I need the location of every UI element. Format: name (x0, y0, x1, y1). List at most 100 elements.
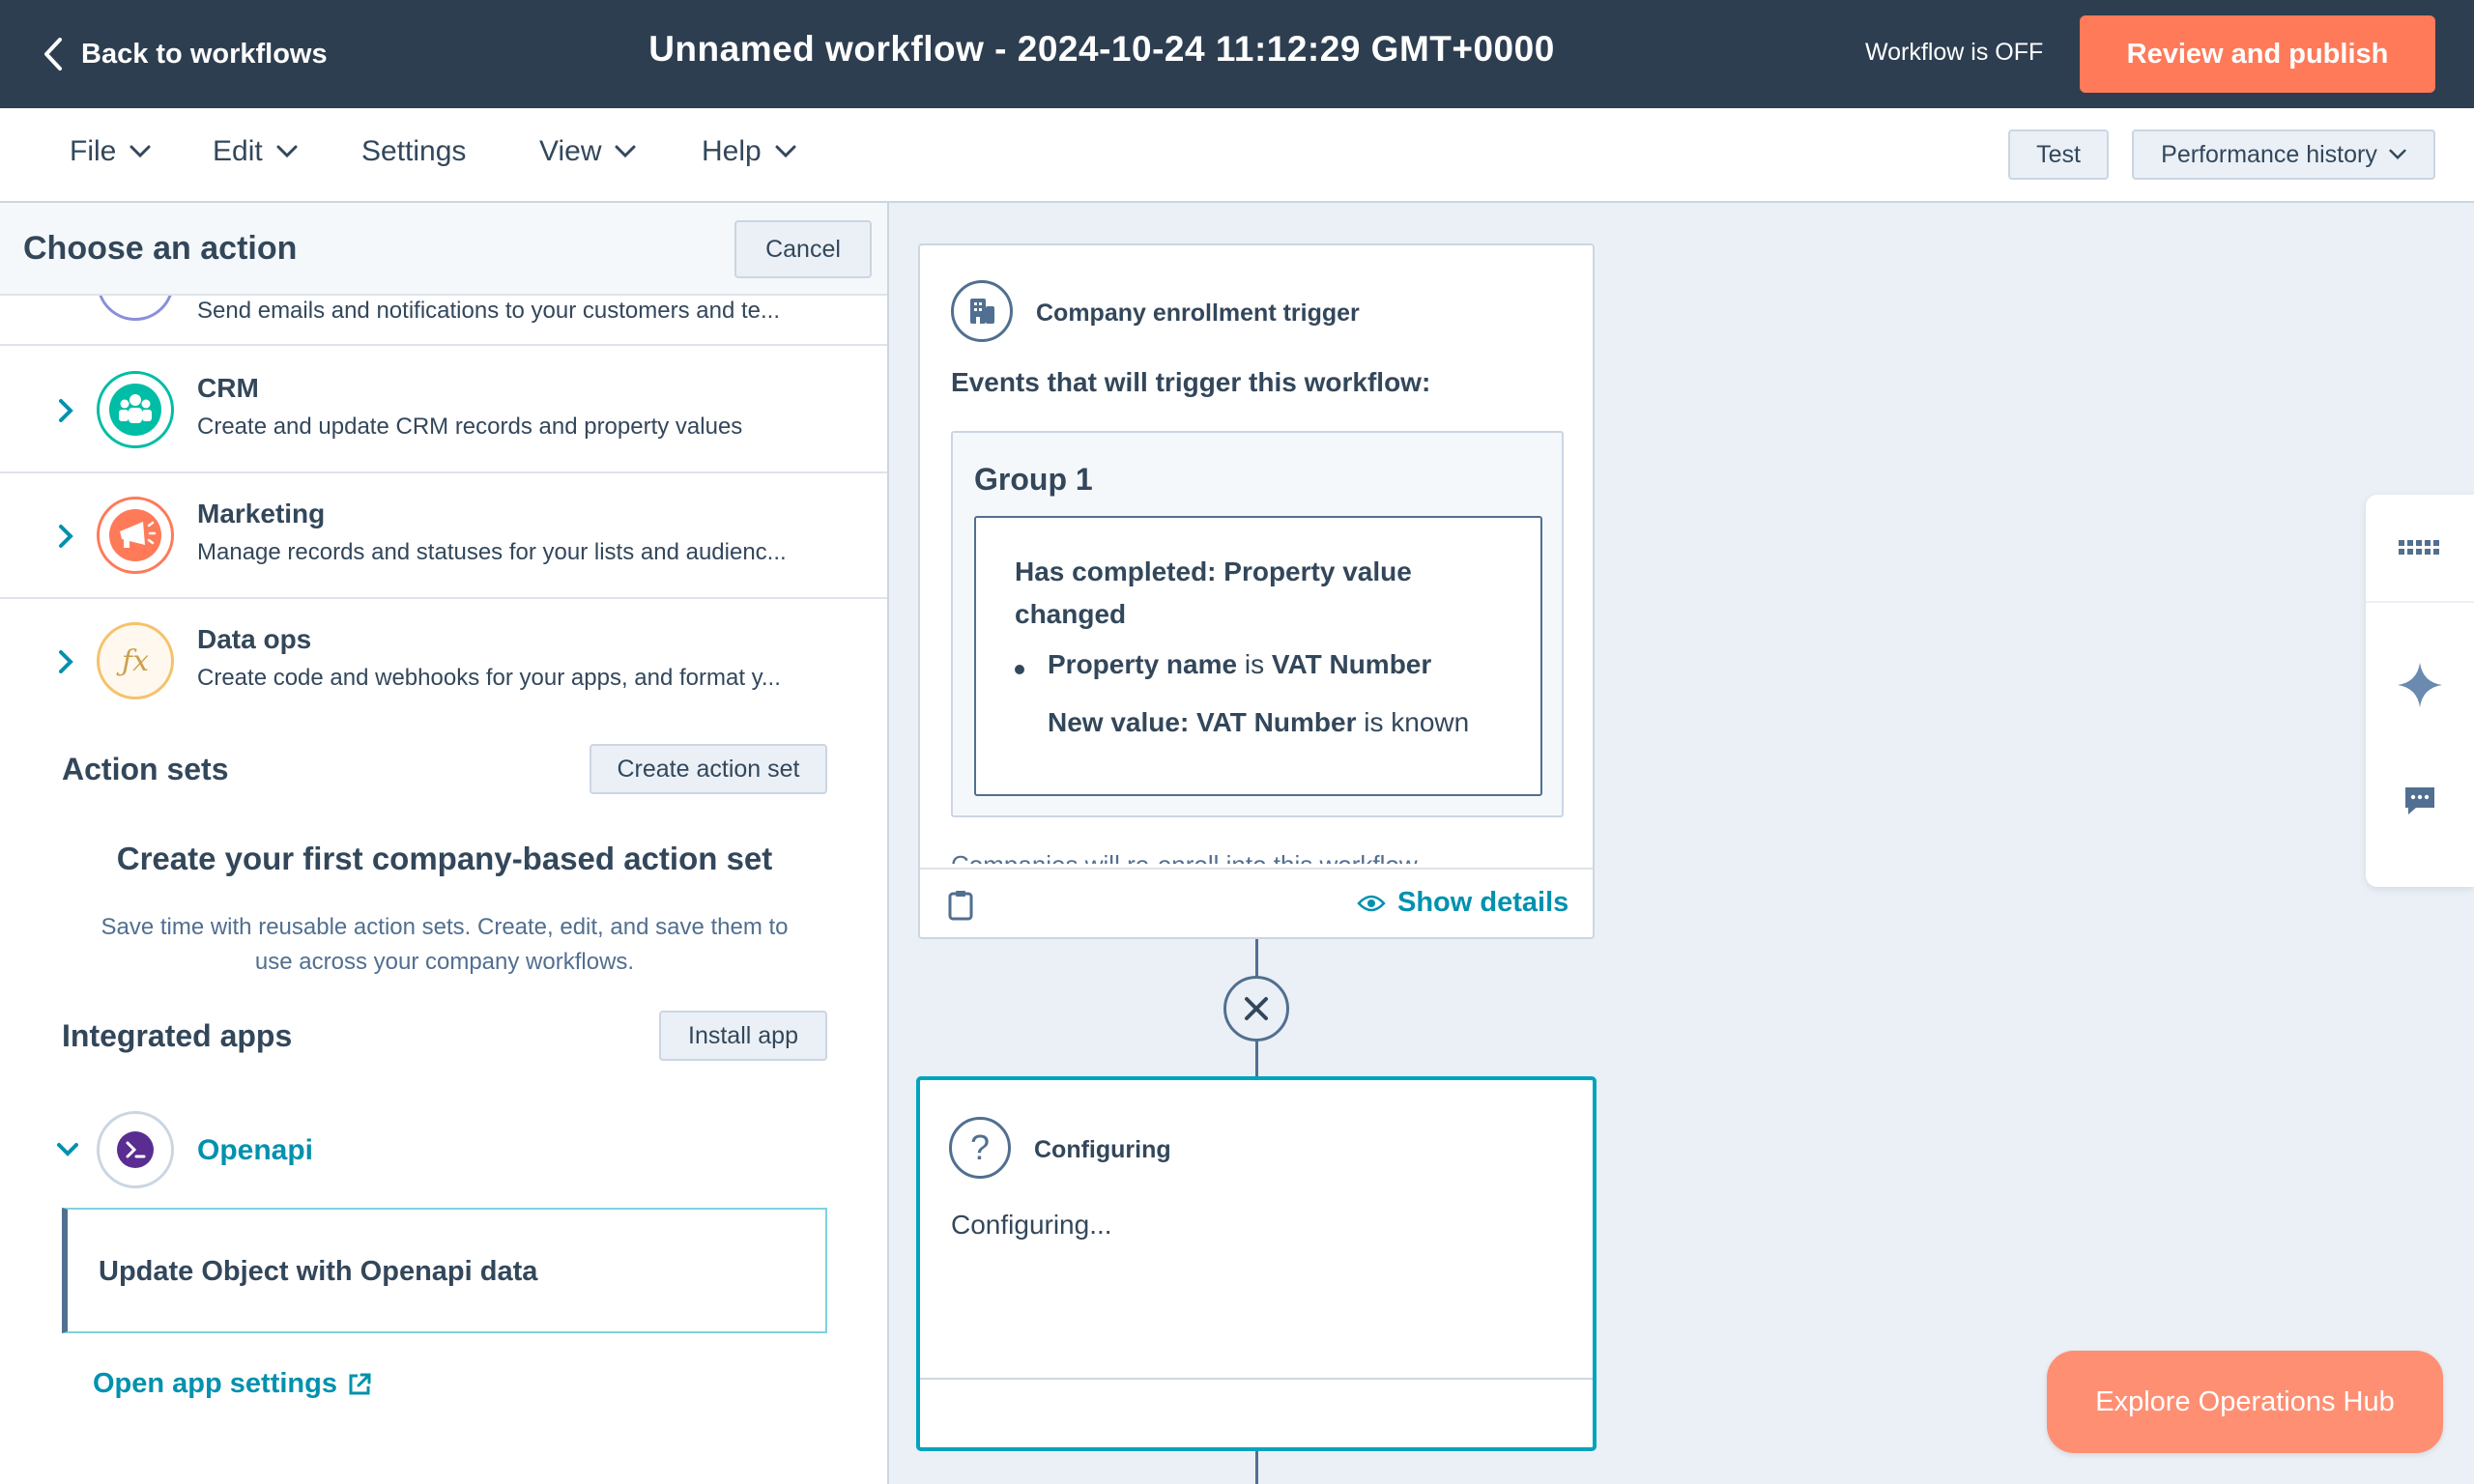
chevron-down-icon (276, 145, 298, 158)
trigger-events-label: Events that will trigger this workflow: (951, 367, 1431, 397)
property-op: is (1237, 649, 1272, 679)
create-action-set-button[interactable]: Create action set (590, 744, 827, 794)
menu-settings[interactable]: Settings (361, 135, 466, 168)
property-key: Property name (1048, 649, 1238, 679)
reenroll-text: Companies will re-enroll into this workf… (951, 850, 1418, 864)
choose-action-panel: Choose an action Cancel Send emails and … (0, 203, 889, 1484)
delete-connection-button[interactable] (1223, 976, 1289, 1042)
install-app-button[interactable]: Install app (659, 1011, 827, 1061)
config-footer-divider (920, 1378, 1593, 1380)
config-text: Configuring... (951, 1210, 1112, 1240)
trigger-label: Company enrollment trigger (1036, 300, 1360, 327)
enrollment-trigger-card[interactable]: Company enrollment trigger Events that w… (918, 243, 1595, 939)
action-sets-title: Action sets (62, 752, 229, 786)
close-icon (1245, 997, 1268, 1020)
communication-icon (97, 296, 174, 321)
configuring-action-card[interactable]: ? Configuring Configuring... (916, 1076, 1597, 1451)
category-data-ops[interactable]: ƒx Data ops Create code and webhooks for… (0, 599, 887, 725)
category-name: Marketing (197, 499, 326, 528)
app-name: Openapi (197, 1134, 314, 1166)
sparkle-icon (2398, 663, 2442, 707)
category-marketing[interactable]: Marketing Manage records and statuses fo… (0, 473, 887, 599)
action-sets-empty-title: Create your first company-based action s… (116, 841, 773, 876)
explore-operations-hub-button[interactable]: Explore Operations Hub (2047, 1351, 2443, 1453)
show-details-label: Show details (1397, 887, 1569, 918)
app-settings-label: Open app settings (93, 1368, 337, 1399)
chevron-right-icon (59, 650, 73, 673)
external-link-icon (349, 1373, 371, 1394)
test-button[interactable]: Test (2008, 129, 2109, 180)
back-to-workflows-link[interactable]: Back to workflows (43, 33, 328, 75)
trigger-card-footer: Show details (920, 868, 1593, 937)
panel-header: Choose an action Cancel (0, 203, 887, 296)
connector-line (1255, 1040, 1258, 1078)
side-toolbar (2366, 495, 2474, 887)
apps-grid-button[interactable] (2366, 495, 2474, 601)
performance-history-label: Performance history (2161, 140, 2377, 168)
config-label: Configuring (1034, 1136, 1171, 1163)
chevron-right-icon (59, 399, 73, 422)
menu-settings-label: Settings (361, 135, 467, 167)
category-name: CRM (197, 373, 259, 403)
menu-view-label: View (539, 135, 602, 167)
eye-icon (1357, 895, 1386, 911)
show-details-link[interactable]: Show details (1357, 887, 1568, 919)
menu-help[interactable]: Help (702, 135, 796, 168)
menu-help-label: Help (702, 135, 762, 167)
category-name: Data ops (197, 624, 312, 654)
megaphone-icon (97, 497, 174, 574)
performance-history-button[interactable]: Performance history (2132, 129, 2435, 180)
review-and-publish-button[interactable]: Review and publish (2080, 15, 2435, 93)
grid-icon (2399, 540, 2439, 555)
back-label: Back to workflows (81, 38, 328, 70)
menu-bar: File Edit Settings View Help Test Perfor… (0, 108, 2474, 203)
action-sets-empty-desc: Save time with reusable action sets. Cre… (101, 914, 789, 975)
chevron-right-icon (59, 525, 73, 548)
openapi-app-icon (97, 1111, 174, 1188)
crm-icon (97, 371, 174, 448)
communication-category-partial[interactable]: Send emails and notifications to your cu… (0, 296, 887, 346)
category-desc: Create and update CRM records and proper… (197, 414, 743, 440)
property-value: VAT Number (1271, 649, 1432, 679)
app-action-label: Update Object with Openapi data (99, 1256, 538, 1287)
chevron-left-icon (44, 38, 62, 71)
cancel-button[interactable]: Cancel (734, 220, 872, 278)
bullet-icon (1015, 665, 1024, 674)
menu-view[interactable]: View (539, 135, 636, 168)
question-icon: ? (949, 1117, 1011, 1179)
ai-assistant-button[interactable] (2366, 632, 2474, 738)
menu-file-label: File (70, 135, 117, 167)
workflow-title[interactable]: Unnamed workflow - 2024-10-24 11:12:29 G… (618, 29, 1585, 70)
app-openapi[interactable]: Openapi (0, 1092, 887, 1208)
panel-title: Choose an action (23, 230, 298, 267)
filter-property-line: Property name is VAT Number (1048, 649, 1431, 680)
chevron-down-icon (775, 145, 796, 158)
menu-edit[interactable]: Edit (213, 135, 298, 168)
top-bar: Back to workflows Unnamed workflow - 202… (0, 0, 2474, 108)
chat-icon (2405, 787, 2434, 814)
update-object-action[interactable]: Update Object with Openapi data (62, 1208, 827, 1333)
new-value-suffix: is known (1356, 707, 1470, 737)
group-title: Group 1 (974, 462, 1093, 497)
chevron-down-icon (615, 145, 636, 158)
open-app-settings-link[interactable]: Open app settings (93, 1368, 372, 1400)
clipboard-icon[interactable] (947, 889, 974, 922)
chevron-down-icon (57, 1143, 78, 1156)
building-icon (951, 280, 1013, 342)
filter-title: Has completed: Property value changed (1015, 556, 1412, 629)
menu-edit-label: Edit (213, 135, 263, 167)
chat-button[interactable] (2366, 748, 2474, 854)
trigger-filter: Has completed: Property value changed Pr… (974, 516, 1542, 796)
connector-line (1255, 1451, 1258, 1484)
filter-new-value-line: New value: VAT Number is known (1048, 707, 1469, 738)
category-crm[interactable]: CRM Create and update CRM records and pr… (0, 348, 887, 473)
chevron-down-icon (2389, 149, 2406, 160)
category-desc: Manage records and statuses for your lis… (197, 539, 787, 565)
category-desc: Create code and webhooks for your apps, … (197, 665, 781, 691)
trigger-group: Group 1 Has completed: Property value ch… (951, 431, 1564, 817)
connector-line (1255, 939, 1258, 978)
new-value-key: New value: VAT Number (1048, 707, 1357, 737)
divider (2366, 601, 2474, 603)
menu-file[interactable]: File (70, 135, 151, 168)
integrated-apps-title: Integrated apps (62, 1018, 293, 1053)
